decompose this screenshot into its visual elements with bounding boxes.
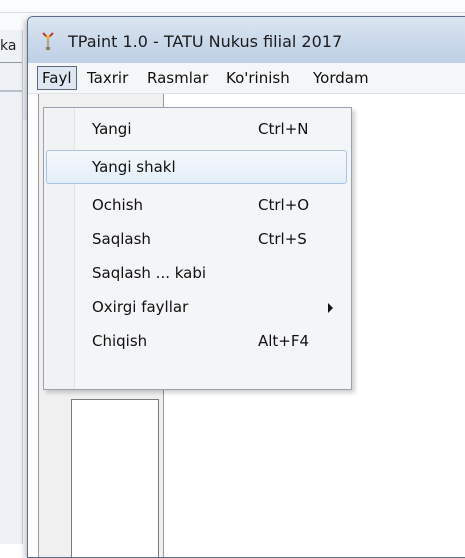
menu-item-label: Saqlash ... kabi (92, 264, 207, 282)
menu-item-oxirgi-fayllar[interactable]: Oxirgi fayllar (46, 290, 347, 324)
background-window-edge (0, 30, 23, 544)
menu-item-saqlash-kabi[interactable]: Saqlash ... kabi (46, 256, 347, 290)
window-title: TPaint 1.0 - TATU Nukus filial 2017 (68, 32, 343, 51)
background-window-text: ka (0, 38, 17, 54)
chevron-right-icon (328, 303, 333, 313)
menu-taxrir[interactable]: Taxrir (83, 68, 132, 88)
menu-item-shortcut: Ctrl+O (258, 196, 310, 214)
menu-item-label: Oxirgi fayllar (92, 298, 189, 316)
background-divider-line (0, 90, 22, 92)
menu-rasmlar[interactable]: Rasmlar (143, 68, 212, 88)
color-preview-box[interactable] (71, 399, 159, 557)
tpaint-app-icon (42, 32, 54, 50)
background-divider (0, 12, 465, 13)
menu-yordam[interactable]: Yordam (309, 68, 373, 88)
menu-item-shortcut: Ctrl+N (258, 120, 309, 138)
menu-item-label: Chiqish (92, 332, 148, 350)
background-divider-line (0, 62, 22, 63)
menu-item-label: Ochish (92, 196, 144, 214)
menu-item-chiqish[interactable]: Chiqish Alt+F4 (46, 324, 347, 358)
menu-item-saqlash[interactable]: Saqlash Ctrl+S (46, 222, 347, 256)
menu-item-ochish[interactable]: Ochish Ctrl+O (46, 188, 347, 222)
menu-item-shortcut: Ctrl+S (258, 230, 307, 248)
menu-item-shortcut: Alt+F4 (258, 332, 310, 350)
menu-item-label: Yangi (92, 120, 132, 138)
file-menu-dropdown: Yangi Ctrl+N Yangi shakl Ochish Ctrl+O S… (43, 107, 352, 390)
menu-item-label: Saqlash (92, 230, 151, 248)
menu-item-yangi[interactable]: Yangi Ctrl+N (46, 112, 347, 146)
menu-fayl[interactable]: Fayl (37, 66, 77, 90)
menu-korinish[interactable]: Ko'rinish (222, 68, 294, 88)
menu-item-yangi-shakl[interactable]: Yangi shakl (46, 150, 347, 184)
title-bar[interactable]: TPaint 1.0 - TATU Nukus filial 2017 (28, 17, 465, 64)
menu-item-label: Yangi shakl (92, 158, 176, 176)
menu-bar: Fayl Taxrir Rasmlar Ko'rinish Yordam (28, 63, 465, 94)
